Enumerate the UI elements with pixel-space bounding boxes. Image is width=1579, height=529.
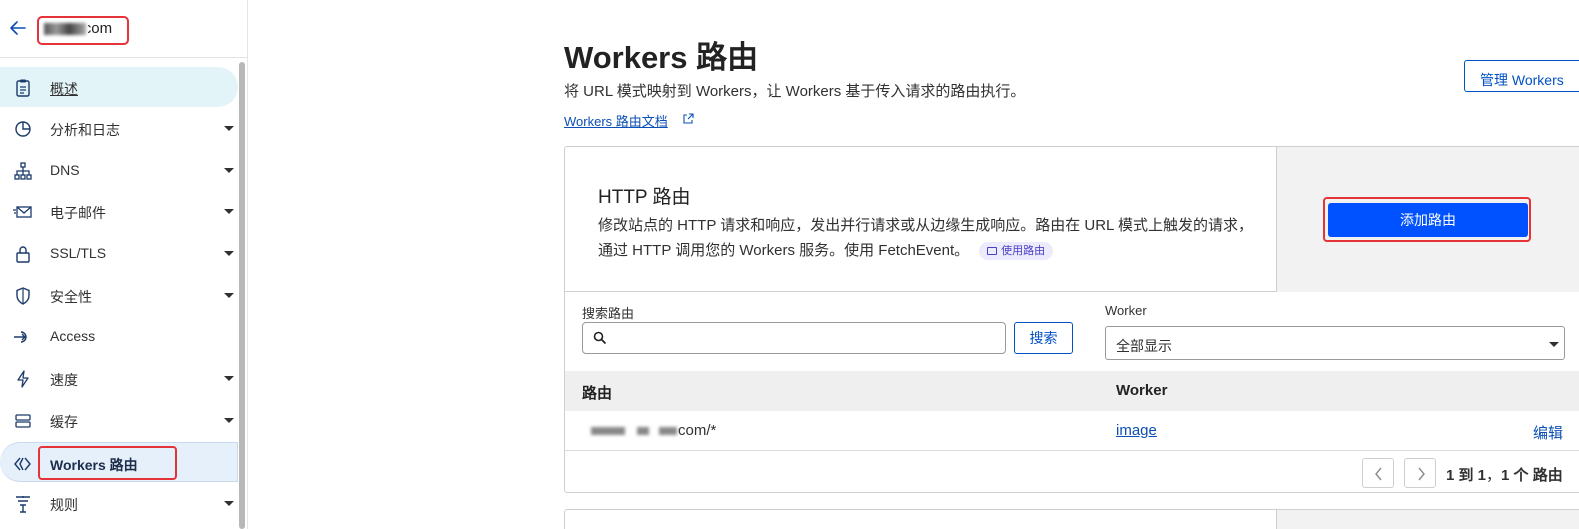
chevron-down-icon (224, 501, 234, 506)
use-routes-chip[interactable]: 使用路由 (979, 242, 1054, 260)
next-routes-card (564, 509, 1579, 529)
previous-page-button[interactable] (1362, 458, 1394, 488)
route-pattern-suffix: com/* (678, 422, 717, 439)
chevron-down-icon (224, 209, 234, 214)
sidebar-item-dns[interactable]: DNS (0, 150, 238, 190)
chevron-down-icon (224, 293, 234, 298)
sidebar-item-access[interactable]: Access (0, 316, 238, 356)
pagination-range: 1 到 1 (1446, 467, 1487, 484)
worker-filter-label: Worker (1105, 303, 1147, 318)
sidebar-item-speed[interactable]: 速度 (0, 358, 238, 398)
sidebar-header: f___y.com (0, 0, 247, 58)
http-routes-description: 修改站点的 HTTP 请求和响应，发出并行请求或从边缘生成响应。路由在 URL … (598, 213, 1258, 263)
back-arrow-icon[interactable] (8, 18, 28, 38)
routes-table-header: 路由 Worker (565, 371, 1579, 411)
sidebar-item-email[interactable]: 电子邮件 (0, 191, 238, 231)
route-redaction-blur (659, 427, 677, 435)
pie-chart-icon (15, 121, 31, 137)
http-routes-description-text: 修改站点的 HTTP 请求和响应，发出并行请求或从边缘生成响应。路由在 URL … (598, 217, 1254, 259)
search-icon (593, 331, 607, 345)
http-routes-card: HTTP 路由 修改站点的 HTTP 请求和响应，发出并行请求或从边缘生成响应。… (564, 146, 1579, 493)
page-description: 将 URL 模式映射到 Workers，让 Workers 基于传入请求的路由执… (564, 83, 1026, 100)
sidebar-item-rules[interactable]: 规则 (0, 483, 238, 523)
sidebar-item-cache[interactable]: 缓存 (0, 400, 238, 440)
sidebar-item-label: DNS (50, 162, 80, 178)
sidebar-item-label: SSL/TLS (50, 245, 107, 261)
chevron-down-icon (224, 376, 234, 381)
search-button[interactable]: 搜索 (1014, 322, 1073, 354)
worker-link[interactable]: image (1116, 422, 1157, 439)
sidebar-item-label: 分析和日志 (50, 122, 120, 138)
http-routes-header: HTTP 路由 修改站点的 HTTP 请求和响应，发出并行请求或从边缘生成响应。… (565, 147, 1579, 292)
chevron-down-icon (224, 251, 234, 256)
sidebar-item-label: 速度 (50, 372, 78, 388)
server-icon (15, 414, 31, 428)
add-route-button[interactable]: 添加路由 (1328, 203, 1528, 237)
sidebar-item-label: 概述 (50, 81, 78, 97)
lock-icon (16, 246, 30, 263)
route-redaction-blur (637, 427, 649, 435)
sidebar-item-label: 缓存 (50, 414, 78, 430)
sidebar-item-label: 规则 (50, 497, 78, 513)
book-icon (987, 247, 998, 255)
use-routes-chip-label: 使用路由 (1001, 245, 1046, 257)
chevron-left-icon (1375, 467, 1382, 481)
clipboard-icon (16, 79, 30, 97)
search-routes-label: 搜索路由 (582, 306, 635, 321)
sidebar-item-label: 安全性 (50, 289, 92, 305)
sidebar-item-label: Access (50, 328, 96, 344)
rules-icon (16, 496, 30, 513)
domain-highlight-box (37, 16, 129, 45)
sidebar: f___y.com 概述 分析和日志 DNS 电子邮件 SSL/TLS 安全性 … (0, 0, 248, 529)
sidebar-scrollbar[interactable] (239, 62, 245, 529)
edit-route-link[interactable]: 编辑 (1533, 422, 1563, 443)
pagination-total: 1 个 路由 (1501, 467, 1563, 484)
chevron-down-icon (1549, 342, 1559, 347)
pagination-summary: 1 到 1，1 个 路由 (1446, 467, 1563, 484)
external-link-icon[interactable] (682, 113, 694, 125)
chevron-down-icon (224, 126, 234, 131)
column-header-route: 路由 (582, 385, 613, 402)
sidebar-item-label: 电子邮件 (50, 205, 106, 221)
next-routes-action-panel (1276, 510, 1579, 529)
next-page-button[interactable] (1404, 458, 1436, 488)
sidebar-item-security[interactable]: 安全性 (0, 275, 238, 315)
page-title: Workers 路由 (564, 40, 759, 75)
route-redaction-blur (591, 427, 625, 435)
column-header-worker: Worker (1116, 382, 1168, 399)
shield-icon (16, 287, 30, 305)
docs-link[interactable]: Workers 路由文档 (564, 111, 668, 130)
chevron-down-icon (224, 418, 234, 423)
workers-highlight-box (38, 446, 177, 480)
sidebar-item-overview[interactable]: 概述 (0, 67, 238, 107)
http-routes-title: HTTP 路由 (598, 187, 691, 208)
mail-icon (13, 206, 32, 218)
lightning-icon (17, 370, 29, 388)
sidebar-item-analytics[interactable]: 分析和日志 (0, 108, 238, 148)
sidebar-item-ssl-tls[interactable]: SSL/TLS (0, 233, 238, 273)
table-row: com/* image 编辑 (565, 411, 1579, 451)
workers-icon (14, 457, 31, 471)
worker-filter-select[interactable]: 全部显示 (1105, 326, 1565, 360)
chevron-down-icon (224, 168, 234, 173)
chevron-right-icon (1418, 467, 1425, 481)
access-icon (14, 331, 27, 343)
manage-workers-button[interactable]: 管理 Workers (1464, 60, 1579, 92)
network-icon (14, 162, 32, 180)
worker-filter-value: 全部显示 (1116, 338, 1172, 354)
search-routes-input[interactable] (582, 322, 1006, 354)
